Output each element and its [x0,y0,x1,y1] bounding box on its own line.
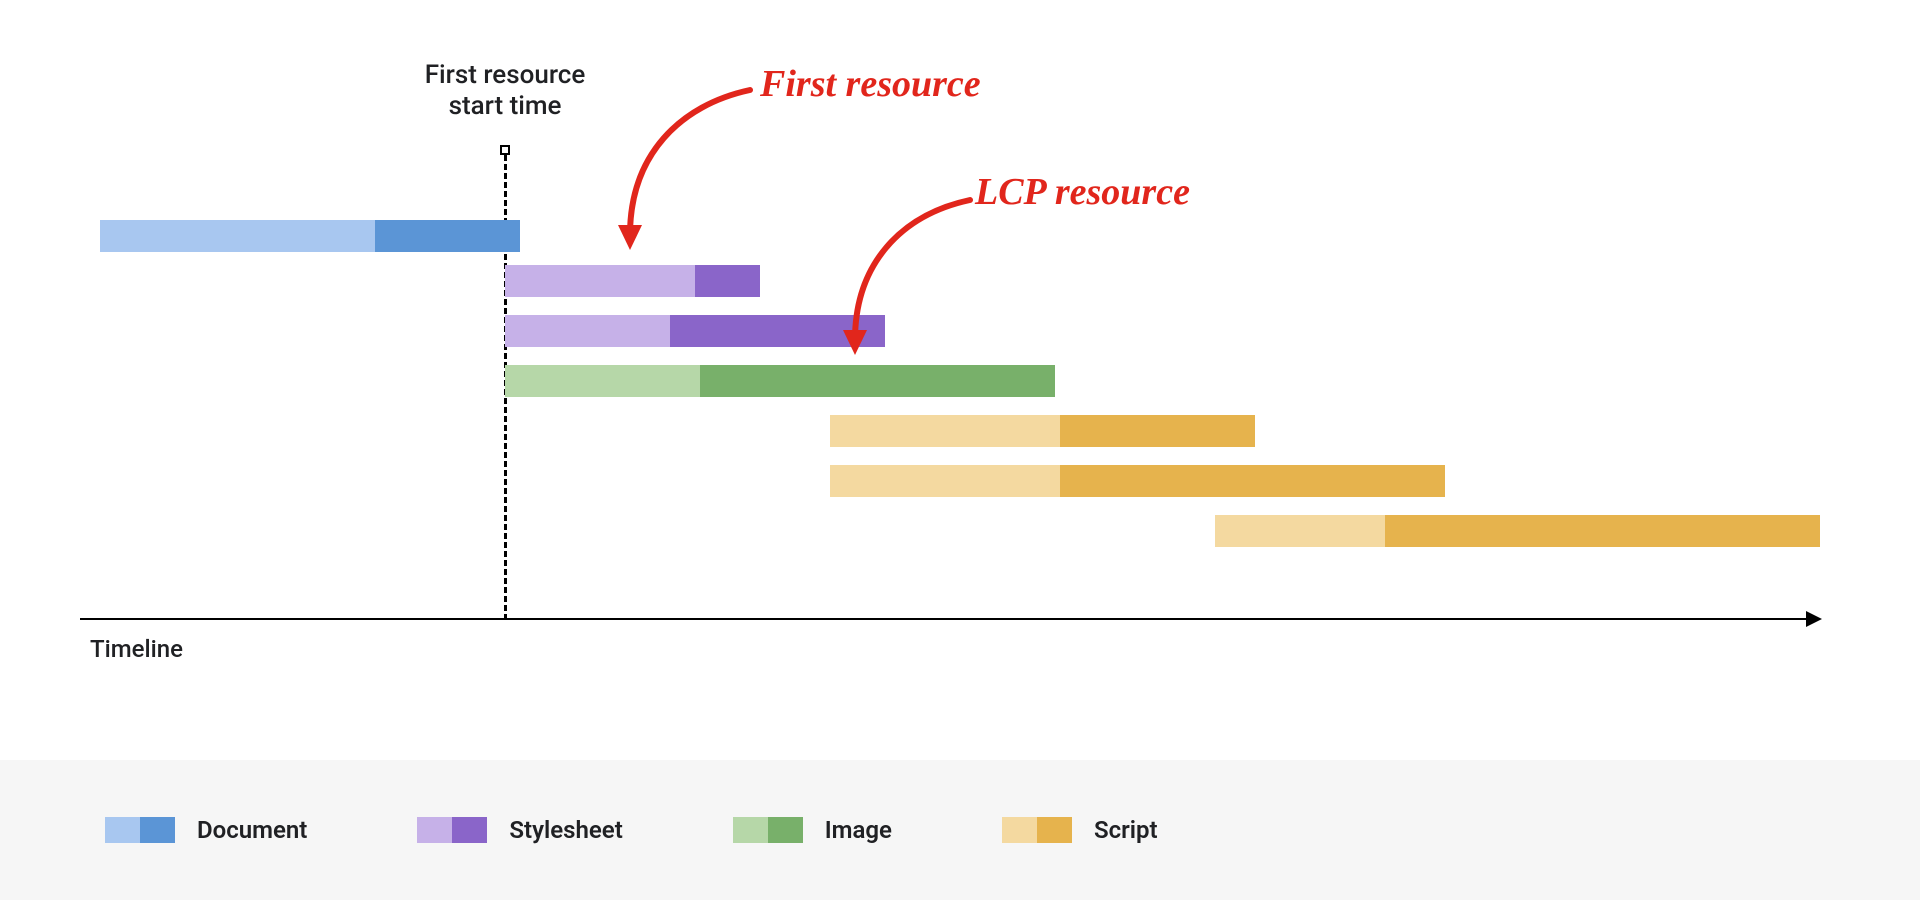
legend-item-stylesheet: Stylesheet [417,816,622,844]
swatch-stylesheet [417,817,487,843]
legend-item-image: Image [733,816,892,844]
legend-label: Image [825,816,892,844]
waterfall-chart: First resourcestart time First resource … [100,70,1820,690]
legend: Document Stylesheet Image Script [0,760,1920,900]
bar-script-2 [830,465,1445,497]
timeline-axis [80,618,1820,620]
swatch-image [733,817,803,843]
legend-label: Script [1094,816,1158,844]
bar-image-lcp [505,365,1055,397]
arrow-lcp-resource-icon [830,195,1030,360]
legend-label: Document [197,816,307,844]
timeline-axis-label: Timeline [90,635,183,663]
bar-stylesheet-1 [505,265,760,297]
legend-label: Stylesheet [509,816,622,844]
arrow-first-resource-icon [600,85,800,255]
bar-script-3 [1215,515,1820,547]
marker-tick-icon [500,145,510,155]
bar-script-1 [830,415,1255,447]
legend-item-document: Document [105,816,307,844]
bar-stylesheet-2 [505,315,885,347]
swatch-document [105,817,175,843]
marker-label-text: First resourcestart time [425,60,586,121]
swatch-script [1002,817,1072,843]
first-resource-start-label: First resourcestart time [375,60,635,122]
bar-document [100,220,520,252]
legend-item-script: Script [1002,816,1158,844]
